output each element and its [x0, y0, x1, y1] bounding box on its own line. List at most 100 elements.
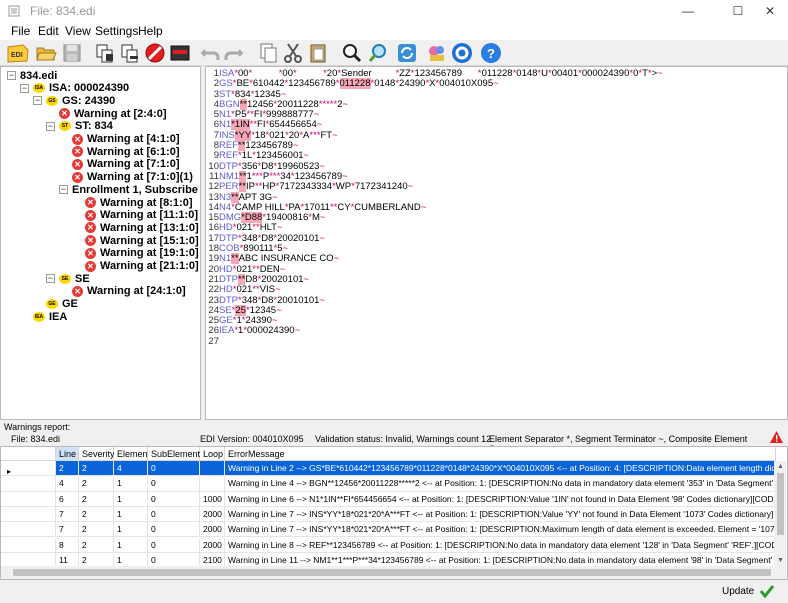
code-line[interactable]	[219, 337, 787, 347]
code-line[interactable]: DTP**D8*20020101~	[219, 273, 787, 285]
code-line[interactable]: GS*BE*610442*123456789*011228*0148*24390…	[219, 78, 787, 90]
tree-expander-icon[interactable]: −	[46, 274, 55, 284]
help-button[interactable]: ?	[479, 41, 503, 65]
undo-button[interactable]	[198, 41, 222, 65]
refresh-button[interactable]	[395, 41, 419, 65]
tree-node[interactable]: ✕ Warning at [2:4:0]	[46, 107, 167, 120]
row-header[interactable]	[1, 491, 56, 507]
search-button[interactable]	[340, 41, 364, 65]
cell-severity[interactable]: 2	[79, 522, 114, 538]
menu-edit[interactable]: Edit	[38, 24, 59, 38]
cell-msg[interactable]: Warning in Line 6 --> N1*1IN**FI*6544566…	[225, 491, 776, 507]
row-header[interactable]	[1, 476, 56, 492]
close-button[interactable]: ✕	[750, 0, 788, 22]
menu-help[interactable]: Help	[138, 24, 163, 38]
cell-loop[interactable]: 2000	[200, 522, 225, 538]
menu-file[interactable]: File	[11, 24, 30, 38]
cell-sub[interactable]: 0	[148, 522, 200, 538]
images-button[interactable]	[425, 41, 449, 65]
cell-line[interactable]: 6	[56, 491, 79, 507]
tree-node[interactable]: ✕ Warning at [8:1:0]	[72, 196, 193, 209]
cell-msg[interactable]: Warning in Line 2 --> GS*BE*610442*12345…	[225, 461, 776, 477]
table-row[interactable]: 8 2 1 0 2000 Warning in Line 8 --> REF**12345…	[1, 537, 776, 553]
code-line[interactable]: SE*25*12345~	[219, 304, 787, 316]
cell-severity[interactable]: 2	[79, 506, 114, 523]
terminal-button[interactable]	[168, 41, 192, 65]
table-row[interactable]: 6 2 1 0 1000 Warning in Line 6 --> N1*1IN**FI…	[1, 491, 776, 507]
cell-line[interactable]: 8	[56, 537, 79, 553]
tree-node[interactable]: ✕ Warning at [4:1:0]	[59, 133, 180, 146]
code-area[interactable]: ISA*00* *00* *20*Sender *ZZ*123456789 *0…	[219, 68, 787, 347]
copy-segment-button[interactable]	[93, 41, 117, 65]
cell-loop[interactable]: 2000	[200, 537, 225, 553]
code-line[interactable]: DTP*348*D8*20010101~	[219, 295, 787, 306]
update-label[interactable]: Update	[722, 586, 754, 597]
settings-button[interactable]	[450, 41, 474, 65]
tree-node[interactable]: ✕ Warning at [21:1:0]	[72, 260, 199, 273]
cell-msg[interactable]: Warning in Line 4 --> BGN**12456*2001122…	[225, 476, 776, 492]
cell-line[interactable]: 7	[56, 522, 79, 538]
paste-button[interactable]	[306, 41, 330, 65]
column-header-subelement[interactable]: SubElement	[148, 447, 200, 461]
table-row[interactable]: 7 2 1 0 2000 Warning in Line 7 --> INS*YY*18*…	[1, 522, 776, 538]
paste-segment-button[interactable]	[118, 41, 142, 65]
table-row[interactable]: 4 2 1 0 Warning in Line 4 --> BGN**12456*200…	[1, 476, 776, 492]
edi-file-button[interactable]: EDI	[4, 41, 32, 65]
cell-sub[interactable]: 0	[148, 461, 200, 477]
replace-button[interactable]	[366, 41, 390, 65]
tree-node[interactable]: − GS GS: 24390	[33, 94, 115, 107]
cell-msg[interactable]: Warning in Line 8 --> REF**123456789 <--…	[225, 537, 776, 553]
grid-vertical-scrollbar[interactable]: ▲ ▼	[774, 461, 787, 566]
tree-node[interactable]: ✕ Warning at [7:1:0](1)	[59, 171, 193, 184]
tree-node[interactable]: ✕ Warning at [13:1:0]	[72, 221, 199, 234]
cell-element[interactable]: 1	[114, 506, 148, 523]
cell-element[interactable]: 1	[114, 522, 148, 538]
tree-node[interactable]: − ST ST: 834	[46, 120, 113, 133]
cell-severity[interactable]: 2	[79, 537, 114, 553]
cell-loop[interactable]	[200, 461, 225, 477]
code-line[interactable]: GE*1*24390~	[219, 315, 787, 326]
cell-loop[interactable]	[200, 476, 225, 492]
tree-node[interactable]: ✕ Warning at [7:1:0]	[59, 158, 180, 171]
tree-node[interactable]: − Enrollment 1, Subscribe	[59, 183, 198, 196]
cell-line[interactable]: 2	[56, 461, 79, 477]
cell-severity[interactable]: 2	[79, 491, 114, 507]
cell-sub[interactable]: 0	[148, 491, 200, 507]
code-line[interactable]: DTP*348*D8*20020101~	[219, 233, 787, 244]
tree-node[interactable]: ✕ Warning at [6:1:0]	[59, 145, 180, 158]
tree-node[interactable]: ✕ Warning at [24:1:0]	[59, 285, 186, 298]
code-line[interactable]: INS*YY*18*021*20*A***FT~	[219, 129, 787, 141]
scroll-down-icon[interactable]: ▼	[777, 557, 784, 564]
redo-button[interactable]	[222, 41, 246, 65]
copy-button[interactable]	[256, 41, 280, 65]
cell-sub[interactable]: 0	[148, 506, 200, 523]
code-line[interactable]: IEA*1*000024390~	[219, 326, 787, 336]
tree-node[interactable]: ✕ Warning at [19:1:0]	[72, 247, 199, 260]
table-row[interactable]: ▸ 2 2 4 0 Warning in Line 2 --> GS*BE*610442*…	[1, 461, 776, 477]
stop-button[interactable]	[143, 41, 167, 65]
cell-element[interactable]: 4	[114, 461, 148, 477]
menu-view[interactable]: View	[65, 24, 91, 38]
cell-line[interactable]: 4	[56, 476, 79, 492]
tree-node[interactable]: ✕ Warning at [15:1:0]	[72, 234, 199, 247]
code-line[interactable]: DMG*D88*19400816*M~	[219, 212, 787, 224]
column-header-loop[interactable]: Loop	[200, 447, 225, 461]
column-header-severity[interactable]: Severity	[79, 447, 115, 461]
save-button[interactable]	[60, 41, 84, 65]
row-header[interactable]	[1, 522, 56, 538]
tree-expander-icon[interactable]: −	[20, 83, 29, 93]
tree-node[interactable]: GE GE	[33, 298, 78, 311]
tree-node[interactable]: − SE SE	[46, 272, 90, 285]
cut-button[interactable]	[281, 41, 305, 65]
open-button[interactable]	[34, 41, 58, 65]
tree-node[interactable]: ✕ Warning at [11:1:0]	[72, 209, 198, 222]
scroll-up-icon[interactable]: ▲	[777, 463, 784, 470]
scroll-thumb[interactable]	[777, 473, 784, 535]
tree-node[interactable]: − ISA ISA: 000024390	[20, 82, 129, 95]
tree-expander-icon[interactable]: −	[46, 121, 55, 131]
horizontal-scroll-thumb[interactable]	[13, 569, 771, 576]
cell-loop[interactable]: 2000	[200, 506, 225, 523]
grid-horizontal-scrollbar[interactable]	[1, 566, 787, 579]
tree-node[interactable]: IEA IEA	[20, 310, 67, 323]
cell-sub[interactable]: 0	[148, 537, 200, 553]
